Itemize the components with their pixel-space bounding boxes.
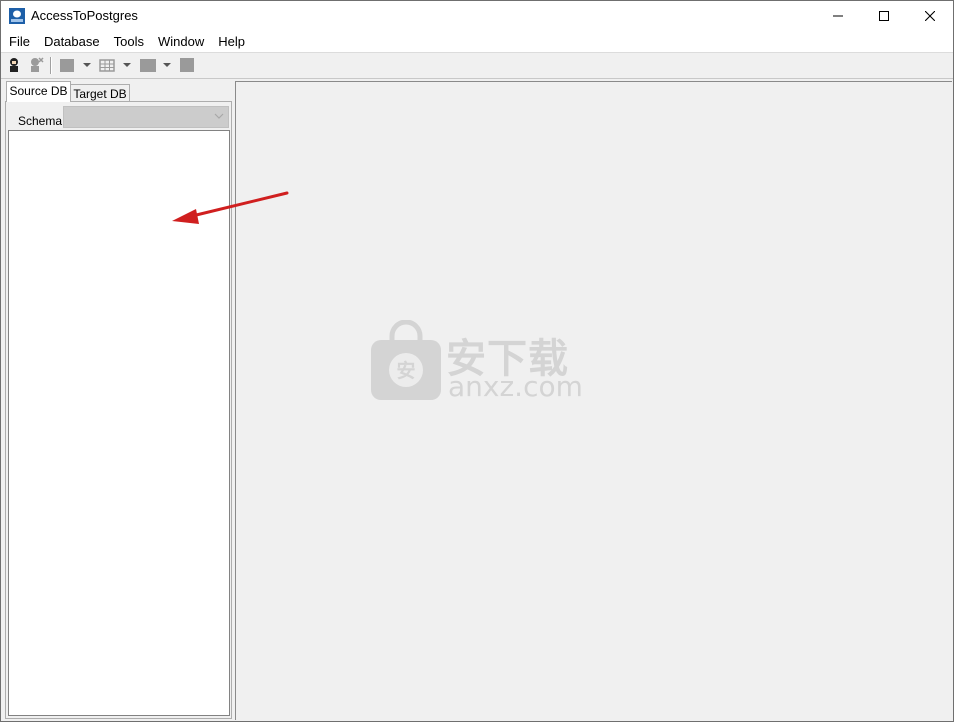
window-title: AccessToPostgres xyxy=(31,8,138,23)
maximize-button[interactable] xyxy=(861,1,907,31)
title-bar[interactable]: AccessToPostgres xyxy=(1,1,953,31)
table-dropdown-arrow-icon[interactable] xyxy=(123,63,131,67)
tab-target-db[interactable]: Target DB xyxy=(70,84,130,102)
grid-icon[interactable] xyxy=(140,57,156,73)
minimize-icon xyxy=(833,15,843,17)
toolbar xyxy=(1,53,953,79)
close-icon xyxy=(925,11,935,21)
app-window: AccessToPostgres File Database Tools Win… xyxy=(0,0,954,722)
close-button[interactable] xyxy=(907,1,953,31)
tab-source-db[interactable]: Source DB xyxy=(6,81,71,102)
schema-tree[interactable] xyxy=(8,130,230,716)
menu-help[interactable]: Help xyxy=(211,32,252,52)
connect-icon[interactable] xyxy=(6,57,22,73)
maximize-icon xyxy=(879,11,889,21)
stop-icon[interactable] xyxy=(179,57,195,73)
object-explorer-panel: Source DB Target DB Schema xyxy=(3,81,232,719)
table-icon[interactable] xyxy=(99,57,115,73)
watermark-bag-icon: 安 xyxy=(371,320,441,400)
source-db-tab-page: Schema xyxy=(5,101,232,719)
app-icon xyxy=(9,8,25,24)
toolbar-separator xyxy=(50,57,52,74)
new-icon[interactable] xyxy=(59,57,75,73)
schema-select[interactable] xyxy=(63,106,229,128)
menu-file[interactable]: File xyxy=(2,32,37,52)
minimize-button[interactable] xyxy=(815,1,861,31)
watermark-en: anxz.com xyxy=(448,370,583,403)
disconnect-icon[interactable] xyxy=(28,57,44,73)
watermark-badge: 安 xyxy=(396,359,415,382)
menu-tools[interactable]: Tools xyxy=(107,32,151,52)
watermark: 安 安下载 anxz.com xyxy=(370,320,590,410)
schema-label: Schema xyxy=(18,114,63,128)
grid-dropdown-arrow-icon[interactable] xyxy=(163,63,171,67)
mdi-workspace: 安 安下载 anxz.com xyxy=(235,81,952,720)
menu-window[interactable]: Window xyxy=(151,32,211,52)
menu-bar: File Database Tools Window Help xyxy=(1,31,953,53)
chevron-down-icon xyxy=(214,113,224,119)
new-dropdown-arrow-icon[interactable] xyxy=(83,63,91,67)
menu-database[interactable]: Database xyxy=(37,32,107,52)
